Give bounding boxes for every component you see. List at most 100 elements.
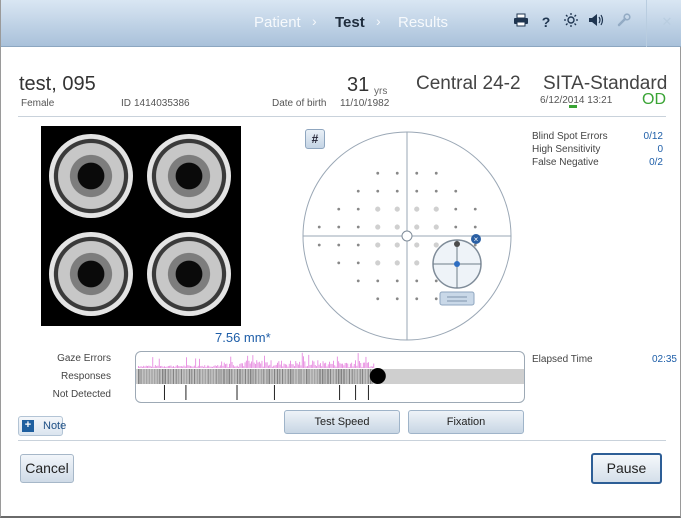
- gaze-error-bar: [336, 356, 338, 368]
- response-bar: [310, 369, 312, 384]
- gaze-error-bar: [329, 361, 330, 368]
- response-bar: [162, 369, 163, 384]
- response-bar: [259, 369, 261, 384]
- response-bar: [294, 369, 296, 384]
- test-point: [376, 171, 380, 175]
- test-point: [473, 225, 477, 229]
- gaze-error-bar: [218, 366, 220, 368]
- nav-test[interactable]: Test: [335, 14, 365, 31]
- eye-image: [49, 232, 133, 316]
- response-bar: [333, 369, 334, 384]
- test-point: [376, 297, 380, 301]
- response-bar: [301, 369, 302, 384]
- response-bar: [232, 369, 234, 384]
- nav-patient[interactable]: Patient: [254, 14, 301, 31]
- gaze-error-bar: [297, 364, 299, 368]
- response-bar: [142, 369, 144, 384]
- test-point: [395, 189, 399, 193]
- fixation-button[interactable]: Fixation: [408, 410, 524, 434]
- test-point: [395, 171, 399, 175]
- response-bar: [331, 369, 333, 384]
- response-bar: [229, 369, 230, 384]
- response-bar: [334, 369, 336, 384]
- printer-icon[interactable]: [512, 13, 530, 31]
- gaze-error-bar: [141, 366, 143, 368]
- response-bar: [269, 369, 270, 384]
- response-bar: [144, 369, 146, 384]
- response-bar: [304, 369, 306, 384]
- response-bar: [296, 369, 298, 384]
- gaze-error-bar: [322, 361, 324, 368]
- gaze-error-bar: [235, 366, 237, 368]
- gaze-error-bar: [269, 364, 271, 368]
- gaze-error-bar: [190, 365, 191, 368]
- gaze-error-bar: [316, 366, 317, 368]
- test-point: [433, 206, 439, 212]
- gaze-error-bar: [326, 366, 328, 368]
- pause-button[interactable]: Pause: [591, 453, 662, 484]
- wrench-icon[interactable]: [615, 13, 633, 31]
- gaze-error-bar: [144, 366, 146, 368]
- test-speed-button[interactable]: Test Speed: [284, 410, 400, 434]
- response-bar: [243, 369, 245, 384]
- response-bar: [250, 369, 251, 384]
- test-progress-monitor: [135, 351, 525, 403]
- response-bar: [245, 369, 246, 384]
- response-bar: [278, 369, 280, 384]
- test-point: [434, 297, 438, 301]
- gaze-error-bar: [359, 361, 360, 368]
- elapsed-time-label: Elapsed Time: [532, 354, 593, 365]
- gaze-error-bar: [219, 365, 221, 368]
- gaze-error-bar: [245, 360, 247, 368]
- gaze-error-bar: [148, 365, 150, 368]
- response-bar: [251, 369, 253, 384]
- gaze-error-bar: [275, 364, 277, 368]
- brightness-icon[interactable]: [562, 13, 580, 31]
- cancel-button[interactable]: Cancel: [20, 454, 74, 483]
- response-bar: [285, 369, 286, 384]
- gaze-error-bar: [174, 366, 176, 368]
- help-icon[interactable]: ?: [537, 13, 555, 31]
- gaze-error-bar: [338, 361, 340, 368]
- gaze-error-bar: [236, 365, 238, 368]
- gaze-error-bar: [201, 365, 203, 368]
- gaze-error-bar: [361, 366, 363, 368]
- gaze-error-bar: [196, 366, 198, 368]
- test-point: [317, 225, 321, 229]
- response-bar: [352, 369, 354, 384]
- gaze-error-bar: [158, 358, 160, 368]
- response-bar: [141, 369, 142, 384]
- test-point: [414, 224, 420, 230]
- test-point: [434, 189, 438, 193]
- test-point: [415, 171, 419, 175]
- response-bar: [290, 369, 291, 384]
- response-bar: [237, 369, 238, 384]
- test-program: Central 24-2: [416, 73, 521, 94]
- response-bar: [288, 369, 290, 384]
- response-bar: [219, 369, 221, 384]
- close-icon[interactable]: ✕: [658, 13, 676, 31]
- gaze-error-bar: [303, 356, 304, 368]
- gaze-error-bar: [199, 358, 200, 368]
- nav-results[interactable]: Results: [398, 14, 448, 31]
- gaze-error-bar: [204, 365, 206, 368]
- gaze-error-bar: [145, 365, 147, 368]
- test-point: [433, 242, 439, 248]
- response-bar: [315, 369, 317, 384]
- note-button[interactable]: + Note: [18, 416, 66, 436]
- test-point: [414, 206, 420, 212]
- gaze-error-bar: [257, 362, 259, 368]
- patient-age-unit: yrs: [374, 86, 388, 97]
- response-bar: [322, 369, 323, 384]
- gaze-error-bar: [212, 366, 213, 368]
- response-bar: [152, 369, 154, 384]
- volume-icon[interactable]: [588, 13, 606, 31]
- gaze-error-bar: [265, 362, 267, 368]
- gaze-error-bar: [344, 363, 346, 368]
- gaze-error-bar: [366, 362, 368, 368]
- response-bar: [258, 369, 259, 384]
- test-point: [356, 207, 360, 211]
- response-bar: [368, 369, 370, 384]
- response-bar: [350, 369, 352, 384]
- progress-timeline: [136, 352, 524, 400]
